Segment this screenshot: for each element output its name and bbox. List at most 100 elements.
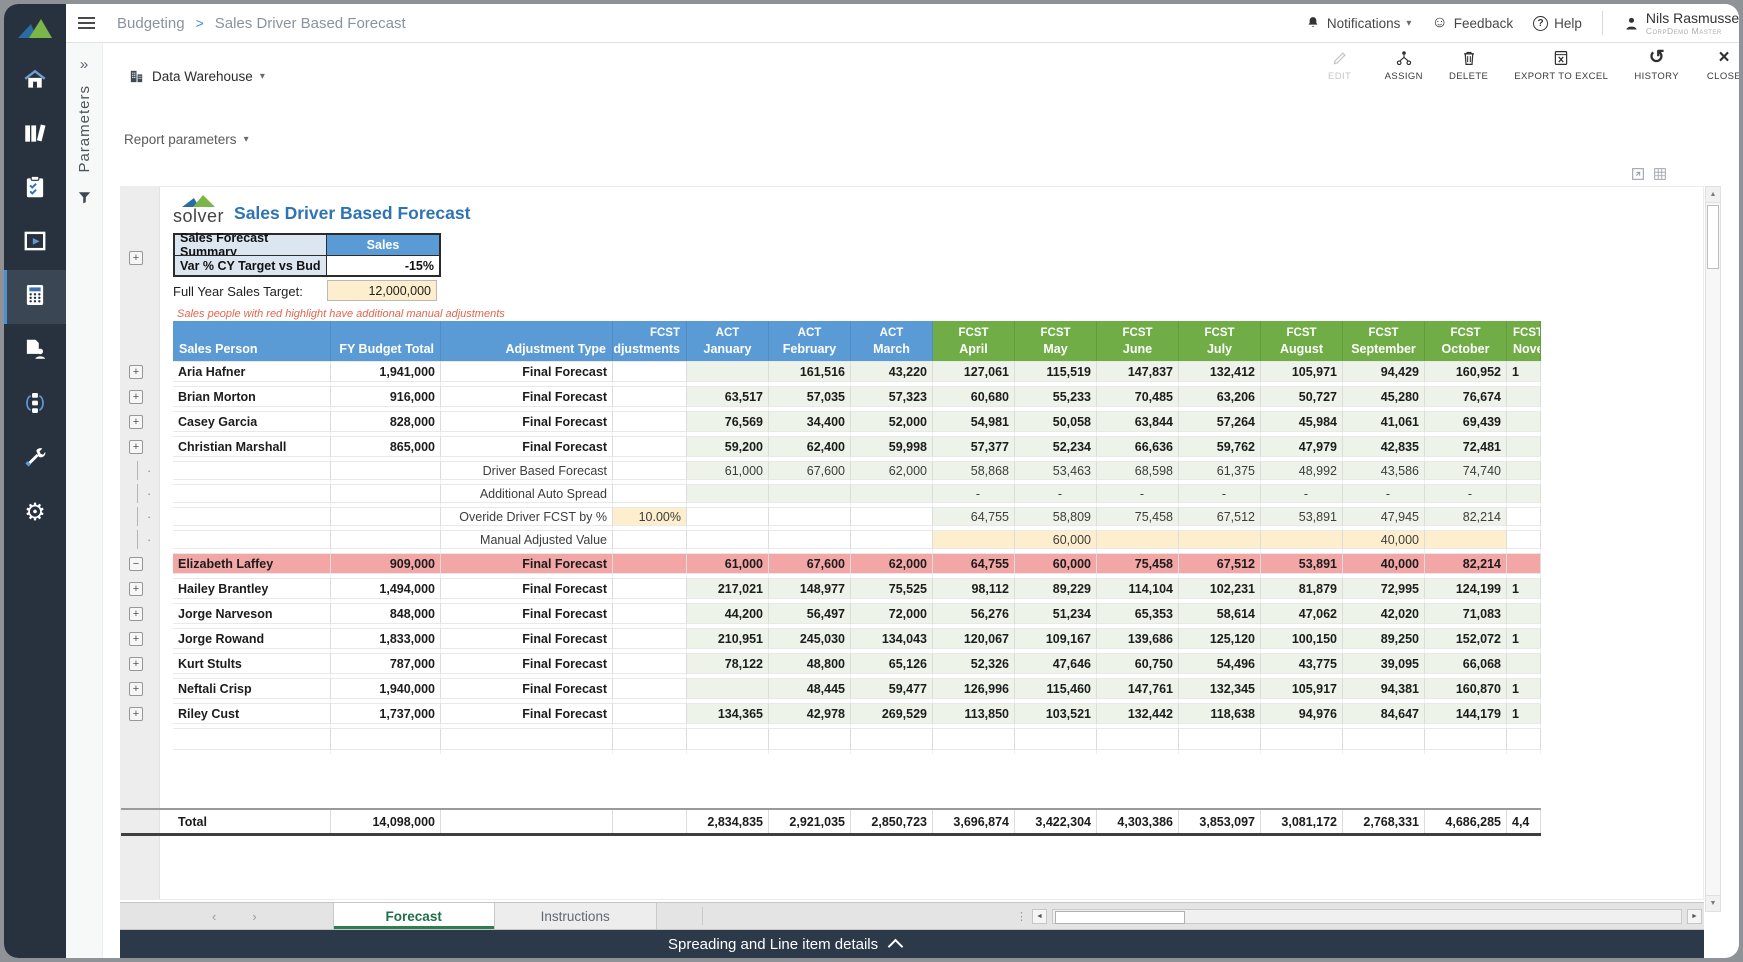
row-expand-button[interactable]: +	[129, 440, 143, 454]
user-menu[interactable]: Nils Rasmussen CorpDemo Master	[1623, 10, 1739, 36]
menu-icon[interactable]	[78, 14, 95, 32]
cell-month-january: 61,000	[687, 461, 769, 480]
cell-month-march: 43,220	[851, 361, 933, 382]
row-expand-button[interactable]: +	[129, 607, 143, 621]
cell-adjustment-type: Driver Based Forecast	[441, 461, 613, 480]
column-header-april: FCSTApril	[933, 321, 1015, 361]
row-gutter: ·	[121, 461, 173, 480]
sidebar: ⚙	[4, 4, 66, 958]
expand-parameters-icon[interactable]: »	[80, 56, 88, 73]
scroll-down-icon[interactable]: ▼	[1706, 895, 1720, 911]
sidebar-item-tools[interactable]	[4, 432, 66, 486]
sidebar-item-library[interactable]	[4, 108, 66, 162]
cell-month-august: 105,917	[1261, 678, 1343, 699]
cell-fcst-adjustments	[613, 461, 687, 480]
details-footer-toggle[interactable]: Spreading and Line item details	[120, 930, 1704, 958]
table-row-total: Total14,098,0002,834,8352,921,0352,850,7…	[121, 808, 1541, 836]
cell-month-june[interactable]	[1097, 530, 1179, 549]
cell-fcst-adjustments[interactable]: 10.00%	[613, 507, 687, 526]
cell-month-april[interactable]	[933, 530, 1015, 549]
table-row-jorge-narveson: +Jorge Narveson848,000Final Forecast44,2…	[121, 603, 1541, 624]
cell-fcst-adjustments	[613, 436, 687, 457]
sales-target-input[interactable]: 12,000,000	[327, 280, 437, 301]
vertical-scroll-thumb[interactable]	[1707, 205, 1719, 269]
row-expand-button[interactable]: +	[129, 390, 143, 404]
row-gutter: +	[121, 361, 173, 382]
toolbar-button-label: HISTORY	[1634, 71, 1679, 82]
export-to-excel-button[interactable]: EXPORT TO EXCEL	[1514, 48, 1608, 82]
splitter-handle-icon[interactable]: ⋮	[1016, 910, 1027, 923]
assign-button[interactable]: ASSIGN	[1385, 48, 1423, 82]
filter-funnel-icon[interactable]	[76, 189, 93, 211]
sheet-tab-instructions[interactable]: Instructions	[495, 903, 657, 929]
sidebar-item-tasks[interactable]	[4, 162, 66, 216]
horizontal-scroll-thumb[interactable]	[1055, 911, 1185, 924]
sidebar-item-calculator[interactable]	[4, 270, 66, 324]
grid-view-icon[interactable]	[1652, 166, 1668, 182]
cell-month-may: 50,058	[1015, 411, 1097, 432]
row-gutter: −	[121, 553, 173, 574]
cell-month-october: 71,083	[1425, 603, 1507, 624]
cell-month-february: 34,400	[769, 411, 851, 432]
cell-month-january: 61,000	[687, 553, 769, 574]
summary-expand-button[interactable]: +	[129, 251, 143, 265]
cell-month-september: 45,280	[1343, 386, 1425, 407]
expand-view-icon[interactable]	[1630, 166, 1646, 182]
report-parameters-toggle[interactable]: Report parameters ▾	[124, 132, 249, 147]
sidebar-item-settings[interactable]: ⚙	[4, 486, 66, 540]
scroll-up-icon[interactable]: ▲	[1706, 187, 1720, 203]
feedback-button[interactable]: ☺ Feedback	[1431, 15, 1513, 31]
row-expand-button[interactable]: +	[129, 365, 143, 379]
cell-adjustment-type	[441, 728, 613, 750]
cell-month-july: 58,614	[1179, 603, 1261, 624]
cell-month-may: 103,521	[1015, 703, 1097, 724]
chevron-down-icon: ▾	[244, 134, 249, 145]
history-button[interactable]: ↺HISTORY	[1634, 48, 1679, 82]
sidebar-item-report[interactable]	[4, 216, 66, 270]
delete-icon	[1460, 48, 1478, 67]
row-expand-button[interactable]: +	[129, 682, 143, 696]
cell-month-november: 1	[1507, 678, 1541, 699]
cell-fcst-adjustments	[613, 678, 687, 699]
row-collapse-button[interactable]: −	[129, 557, 143, 571]
cell-month-september[interactable]: 40,000	[1343, 530, 1425, 549]
row-expand-button[interactable]: +	[129, 415, 143, 429]
cell-month-august[interactable]	[1261, 530, 1343, 549]
sheet-tab-prev-icon[interactable]: ‹	[212, 903, 216, 929]
cell-month-may: 58,809	[1015, 507, 1097, 526]
cell-month-january: 44,200	[687, 603, 769, 624]
sidebar-item-home[interactable]	[4, 54, 66, 108]
cell-month-april: 58,868	[933, 461, 1015, 480]
edit-button[interactable]: EDIT	[1321, 48, 1359, 82]
help-button[interactable]: ? Help	[1533, 16, 1582, 31]
summary-header-value: Sales	[327, 235, 439, 255]
cell-month-october[interactable]	[1425, 530, 1507, 549]
app-logo[interactable]	[4, 4, 66, 54]
cell-total-june: 4,303,386	[1097, 810, 1179, 833]
cell-month-february: 67,600	[769, 461, 851, 480]
row-expand-button[interactable]: +	[129, 632, 143, 646]
row-expand-button[interactable]: +	[129, 582, 143, 596]
scroll-right-icon[interactable]: ►	[1687, 909, 1702, 924]
breadcrumb-section[interactable]: Budgeting	[117, 15, 185, 32]
delete-button[interactable]: DELETE	[1449, 48, 1488, 82]
sidebar-item-workflow[interactable]	[4, 378, 66, 432]
cell-fy-budget-total	[331, 507, 441, 526]
row-expand-button[interactable]: +	[129, 707, 143, 721]
datasource-dropdown[interactable]: Data Warehouse ▾	[128, 68, 265, 85]
cell-month-july: 57,264	[1179, 411, 1261, 432]
horizontal-scroll-track[interactable]	[1052, 909, 1682, 924]
scroll-left-icon[interactable]: ◄	[1032, 909, 1047, 924]
cell-month-july[interactable]	[1179, 530, 1261, 549]
cell-month-march	[851, 530, 933, 549]
row-expand-button[interactable]: +	[129, 657, 143, 671]
sheet-tab-forecast[interactable]: Forecast	[333, 903, 495, 929]
cell-month-may[interactable]: 60,000	[1015, 530, 1097, 549]
vertical-scrollbar[interactable]: ▲ ▼	[1705, 186, 1721, 912]
cell-month-september: 42,020	[1343, 603, 1425, 624]
column-header-february: ACTFebruary	[769, 321, 851, 361]
cell-month-january: 134,365	[687, 703, 769, 724]
close-button[interactable]: ×CLOSE	[1705, 48, 1739, 82]
notifications-button[interactable]: Notifications ▾	[1305, 15, 1412, 31]
sidebar-item-document-user[interactable]	[4, 324, 66, 378]
